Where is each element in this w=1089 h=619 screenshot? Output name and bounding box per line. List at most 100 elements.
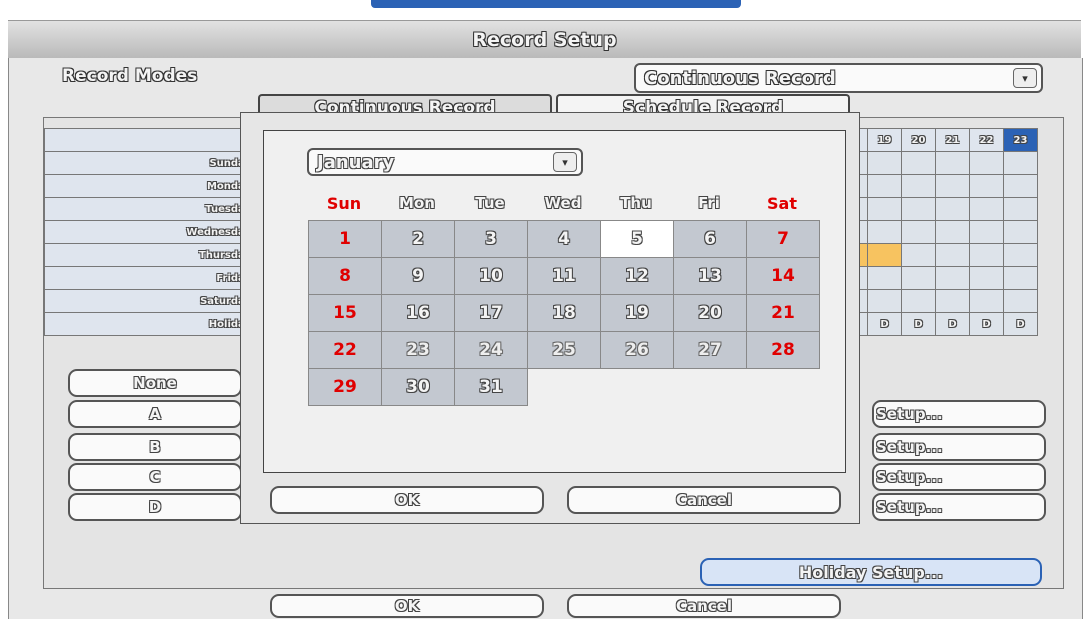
calendar-day[interactable]: 2: [381, 220, 455, 258]
grid-cell[interactable]: [935, 266, 970, 290]
calendar-ok-button[interactable]: OK: [270, 486, 544, 514]
schedule-type-c-button[interactable]: C: [68, 463, 242, 491]
grid-hour-header[interactable]: 21: [935, 128, 970, 152]
chevron-down-icon[interactable]: ▾: [1013, 68, 1037, 88]
grid-cell[interactable]: [969, 174, 1004, 198]
grid-cell[interactable]: [935, 197, 970, 221]
grid-cell[interactable]: [867, 289, 902, 313]
calendar-day[interactable]: 5: [600, 220, 674, 258]
grid-hour-header[interactable]: 20: [901, 128, 936, 152]
calendar-day[interactable]: 31: [454, 368, 528, 406]
grid-cell[interactable]: D: [1003, 312, 1038, 336]
grid-cell[interactable]: [901, 151, 936, 175]
setup-c-button[interactable]: Setup...: [872, 463, 1046, 491]
calendar-day[interactable]: 7: [746, 220, 820, 258]
schedule-type-d-button[interactable]: D: [68, 493, 242, 521]
weekday-label: Tue: [475, 194, 505, 212]
grid-cell[interactable]: [867, 197, 902, 221]
schedule-type-b-button[interactable]: B: [68, 433, 242, 461]
calendar-cancel-button[interactable]: Cancel: [567, 486, 841, 514]
grid-cell[interactable]: [867, 174, 902, 198]
grid-cell[interactable]: [935, 174, 970, 198]
grid-day-label: Friday: [44, 266, 256, 290]
calendar-day[interactable]: 22: [308, 331, 382, 369]
month-select[interactable]: January ▾: [307, 148, 583, 176]
grid-cell[interactable]: [1003, 151, 1038, 175]
grid-cell[interactable]: [1003, 197, 1038, 221]
grid-hour-header[interactable]: 19: [867, 128, 902, 152]
grid-cell[interactable]: [935, 289, 970, 313]
grid-cell[interactable]: [969, 197, 1004, 221]
grid-day-label: Wednesday: [44, 220, 256, 244]
grid-cell[interactable]: [1003, 289, 1038, 313]
grid-hour-header[interactable]: 22: [969, 128, 1004, 152]
schedule-type-a-button[interactable]: A: [68, 400, 242, 428]
calendar-day[interactable]: 3: [454, 220, 528, 258]
calendar-day[interactable]: 24: [454, 331, 528, 369]
calendar-day[interactable]: 12: [600, 257, 674, 295]
schedule-type-none-button[interactable]: None: [68, 369, 242, 397]
grid-cell[interactable]: [1003, 174, 1038, 198]
grid-cell[interactable]: [867, 151, 902, 175]
grid-cell[interactable]: D: [935, 312, 970, 336]
calendar-day[interactable]: 26: [600, 331, 674, 369]
grid-cell[interactable]: [901, 174, 936, 198]
calendar-day[interactable]: 9: [381, 257, 455, 295]
grid-cell[interactable]: [935, 243, 970, 267]
calendar-day[interactable]: 25: [527, 331, 601, 369]
calendar-day[interactable]: 21: [746, 294, 820, 332]
grid-hour-header[interactable]: 23: [1003, 128, 1038, 152]
calendar-day[interactable]: 30: [381, 368, 455, 406]
calendar-day[interactable]: 19: [600, 294, 674, 332]
calendar-day[interactable]: 8: [308, 257, 382, 295]
grid-cell[interactable]: [935, 151, 970, 175]
setup-b-button[interactable]: Setup...: [872, 433, 1046, 461]
grid-day-label: Monday: [44, 174, 256, 198]
grid-cell[interactable]: [901, 289, 936, 313]
calendar-day[interactable]: 23: [381, 331, 455, 369]
calendar-day[interactable]: 4: [527, 220, 601, 258]
calendar-day[interactable]: 10: [454, 257, 528, 295]
calendar-day[interactable]: 18: [527, 294, 601, 332]
grid-cell[interactable]: [1003, 220, 1038, 244]
grid-cell[interactable]: [969, 151, 1004, 175]
grid-cell[interactable]: [969, 289, 1004, 313]
calendar-day[interactable]: 13: [673, 257, 747, 295]
setup-a-button[interactable]: Setup...: [872, 400, 1046, 428]
grid-cell[interactable]: [969, 266, 1004, 290]
calendar-day[interactable]: 14: [746, 257, 820, 295]
calendar-day[interactable]: 20: [673, 294, 747, 332]
grid-cell[interactable]: D: [867, 312, 902, 336]
calendar-day[interactable]: 27: [673, 331, 747, 369]
grid-cell[interactable]: [901, 243, 936, 267]
grid-cell[interactable]: [901, 197, 936, 221]
calendar-day[interactable]: 29: [308, 368, 382, 406]
grid-cell[interactable]: [867, 220, 902, 244]
grid-cell[interactable]: [969, 243, 1004, 267]
grid-cell[interactable]: [867, 266, 902, 290]
calendar-day[interactable]: 1: [308, 220, 382, 258]
calendar-day[interactable]: 15: [308, 294, 382, 332]
grid-header-label: [44, 128, 256, 152]
calendar-day[interactable]: 11: [527, 257, 601, 295]
calendar-day[interactable]: 6: [673, 220, 747, 258]
calendar-day[interactable]: 28: [746, 331, 820, 369]
grid-cell[interactable]: [969, 220, 1004, 244]
calendar-day[interactable]: 17: [454, 294, 528, 332]
calendar-empty-cell: [601, 369, 674, 406]
calendar-day[interactable]: 16: [381, 294, 455, 332]
grid-cell[interactable]: [901, 220, 936, 244]
grid-cell[interactable]: [901, 266, 936, 290]
grid-cell[interactable]: D: [969, 312, 1004, 336]
grid-cell[interactable]: [935, 220, 970, 244]
cancel-button[interactable]: Cancel: [567, 594, 841, 618]
record-modes-select[interactable]: Continuous Record ▾: [634, 63, 1043, 93]
setup-d-button[interactable]: Setup...: [872, 493, 1046, 521]
grid-cell[interactable]: D: [901, 312, 936, 336]
chevron-down-icon[interactable]: ▾: [553, 152, 577, 172]
holiday-setup-button[interactable]: Holiday Setup...: [700, 558, 1042, 586]
ok-button[interactable]: OK: [270, 594, 544, 618]
grid-cell[interactable]: [1003, 243, 1038, 267]
grid-cell[interactable]: [867, 243, 902, 267]
grid-cell[interactable]: [1003, 266, 1038, 290]
